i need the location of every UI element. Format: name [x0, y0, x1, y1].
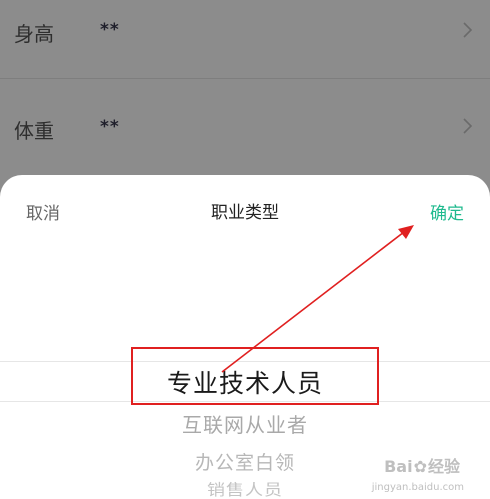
chevron-right-icon [463, 22, 473, 38]
baidu-watermark: Bai✿经验 [384, 453, 460, 477]
watermark-url: jingyan.baidu.com [371, 482, 464, 493]
watermark-brand-prefix: Bai [384, 457, 413, 476]
watermark-brand-suffix: 经验 [427, 457, 460, 476]
annotation-highlight-box [131, 347, 379, 405]
sheet-header: 取消 职业类型 确定 [0, 175, 490, 245]
weight-value: ** [100, 117, 120, 137]
form-row-weight[interactable]: 体重 ** [0, 79, 490, 174]
height-label: 身高 [14, 22, 54, 46]
paw-icon: ✿ [413, 457, 427, 476]
weight-label: 体重 [14, 119, 54, 143]
occupation-picker-sheet: 取消 职业类型 确定 专业技术人员 互联网从业者 办公室白领 销售人员 [0, 175, 490, 499]
chevron-right-icon [463, 118, 473, 134]
confirm-button[interactable]: 确定 [430, 199, 464, 224]
form-row-height[interactable]: 身高 ** [0, 0, 490, 78]
picker-option[interactable]: 互联网从业者 [0, 409, 490, 438]
sheet-title: 职业类型 [211, 203, 279, 223]
height-value: ** [100, 20, 120, 40]
